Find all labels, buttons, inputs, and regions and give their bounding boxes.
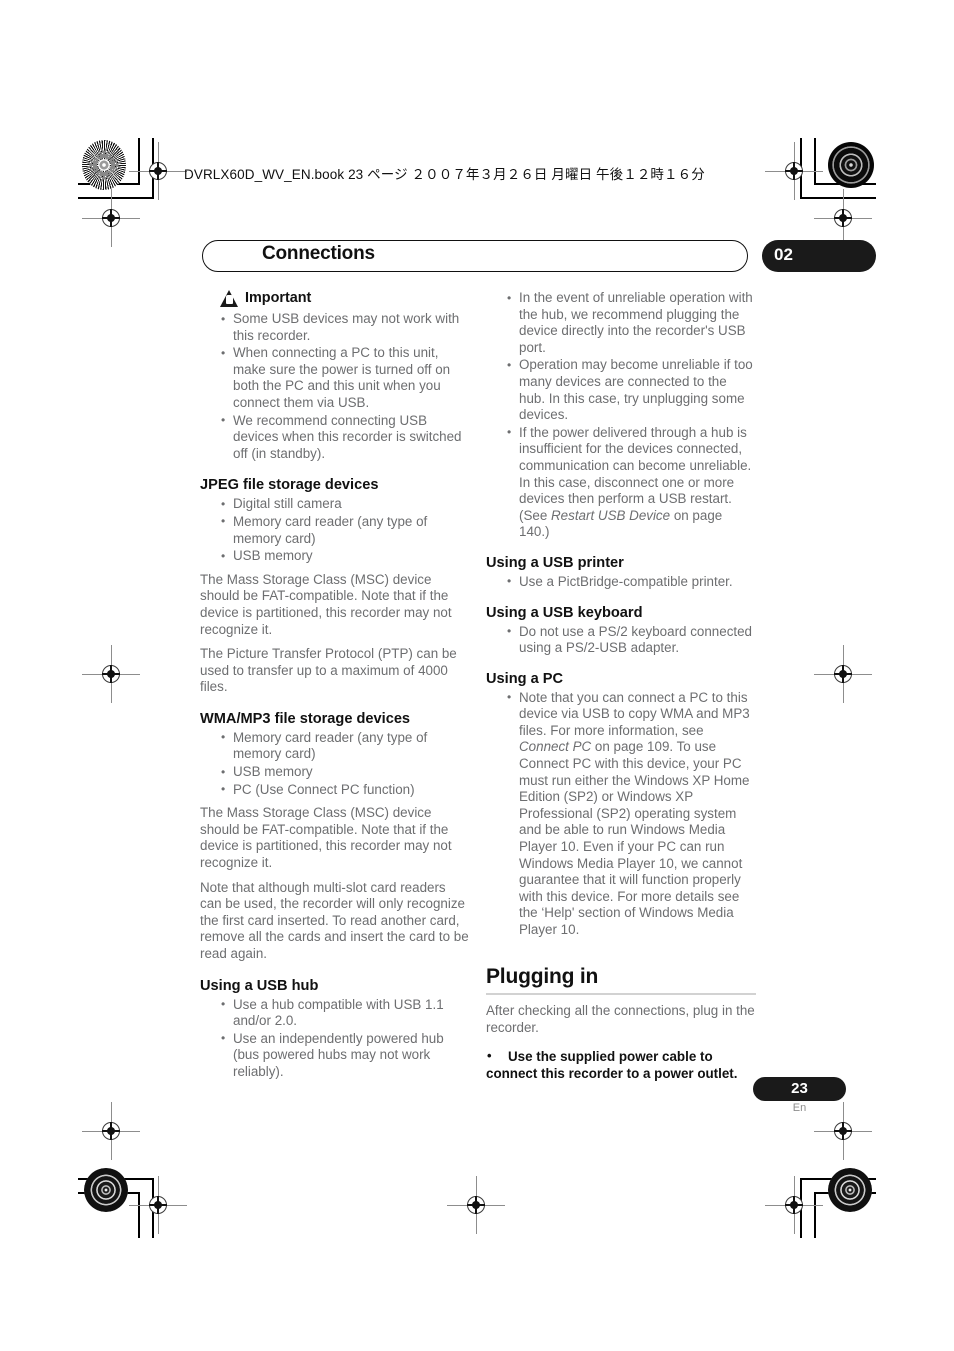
list-item: USB memory [220,548,470,565]
registration-target-bottom-right [828,1168,872,1212]
jpeg-paragraph-msc: The Mass Storage Class (MSC) device shou… [200,571,452,637]
list-item: Memory card reader (any type of memory c… [220,729,470,763]
book-file-header: DVRLX60D_WV_EN.book 23 ページ ２００７年３月２６日 月曜… [184,167,705,182]
heading-using-a-pc: Using a PC [486,670,564,687]
restart-usb-device-reference: Restart USB Device [551,507,671,523]
registration-crosshair-bottom-left [129,1176,187,1234]
list-item: Use an independently powered hub (bus po… [220,1030,470,1081]
left-column: Important Some USB devices may not work … [200,290,470,1082]
list-item: • Use the supplied power cable to connec… [486,1048,756,1082]
heading-using-a-usb-printer: Using a USB printer [486,554,624,571]
plugging-in-strong-bullet-list: • Use the supplied power cable to connec… [486,1048,756,1082]
warning-triangle-icon [220,290,239,307]
crop-mark-top-right-h [800,197,876,199]
list-item: Operation may become unreliable if too m… [506,357,756,423]
registration-crosshair-lower-right-edge [814,1102,872,1160]
page-number-badge: 23 [753,1077,846,1101]
important-label: Important [245,290,312,307]
usb-hub-bullet-list-continued: In the event of unreliable operation wit… [506,289,756,541]
list-item: Do not use a PS/2 keyboard connected usi… [506,623,756,657]
crop-mark-bottom-left-v2 [138,1192,140,1238]
list-item: Digital still camera [220,496,470,513]
chapter-number: 02 [774,245,793,264]
important-bullet-list: Some USB devices may not work with this … [220,310,470,463]
registration-crosshair-upper-right-edge [814,189,872,247]
wma-bullet-list: Memory card reader (any type of memory c… [220,729,470,799]
registration-crosshair-upper-left-edge [82,189,140,247]
connect-pc-reference: Connect PC [519,739,592,755]
list-item: USB memory [220,764,470,781]
registration-crosshair-mid-right [814,645,872,703]
crop-mark-bottom-right-v2 [814,1192,816,1238]
list-item: Use a hub compatible with USB 1.1 and/or… [220,996,470,1030]
list-item: We recommend connecting USB devices when… [220,412,470,463]
registration-crosshair-top-left [129,142,187,200]
section-divider [486,992,756,996]
registration-crosshair-bottom-right [765,1176,823,1234]
jpeg-bullet-list: Digital still camera Memory card reader … [220,496,470,564]
registration-crosshair-top-right [765,142,823,200]
registration-crosshair-bottom-center [447,1176,505,1234]
important-heading: Important [220,290,470,307]
page-language-code: En [792,1102,807,1114]
list-item: Use a PictBridge-compatible printer. [506,573,756,591]
plugging-in-strong-bullet-text: Use the supplied power cable to connect … [486,1049,738,1081]
list-item: In the event of unreliable operation wit… [506,289,756,356]
list-item: Memory card reader (any type of memory c… [220,513,470,547]
list-item: PC (Use Connect PC function) [220,781,470,799]
plugging-in-paragraph: After checking all the connections, plug… [486,1003,755,1035]
usb-printer-bullet-list: Use a PictBridge-compatible printer. [506,573,756,591]
registration-target-top-right [828,142,874,188]
connect-pc-text-after: on page 109. To use Connect PC with this… [519,739,750,937]
list-item-restart-usb: If the power delivered through a hub is … [506,424,756,541]
crop-mark-top-left-h [78,197,154,199]
wma-paragraph-multislot: Note that although multi-slot card reade… [200,879,469,961]
crop-mark-top-left-v2 [138,138,140,184]
heading-using-a-usb-keyboard: Using a USB keyboard [486,604,643,621]
registration-target-bottom-left [84,1168,128,1212]
jpeg-paragraph-ptp: The Picture Transfer Protocol (PTP) can … [200,646,457,695]
usb-keyboard-bullet-list: Do not use a PS/2 keyboard connected usi… [506,623,756,657]
heading-wma-mp3-file-storage-devices: WMA/MP3 file storage devices [200,710,411,727]
crop-mark-top-right-v2 [814,138,816,184]
usb-hub-bullet-list: Use a hub compatible with USB 1.1 and/or… [220,996,470,1081]
heading-jpeg-file-storage-devices: JPEG file storage devices [200,477,379,494]
using-a-pc-bullet-list: Note that you can connect a PC to this d… [506,689,756,939]
wma-paragraph-msc: The Mass Storage Class (MSC) device shou… [200,805,452,871]
registration-crosshair-lower-left-edge [82,1102,140,1160]
list-item-connect-pc: Note that you can connect a PC to this d… [506,689,756,939]
right-column: In the event of unreliable operation wit… [486,289,756,1083]
heading-using-a-usb-hub: Using a USB hub [200,977,319,994]
bullet-glyph: • [487,1048,492,1064]
page-title: Connections [262,243,375,264]
list-item: When connecting a PC to this unit, make … [220,345,470,411]
registration-crosshair-mid-left [82,645,140,703]
chapter-number-badge: 02 [762,240,876,272]
heading-plugging-in: Plugging in [486,964,599,988]
list-item: Some USB devices may not work with this … [220,310,470,344]
connect-pc-text-before: Note that you can connect a PC to this d… [519,689,750,738]
registration-starburst-top-left [82,140,126,190]
page-number: 23 [791,1080,808,1097]
